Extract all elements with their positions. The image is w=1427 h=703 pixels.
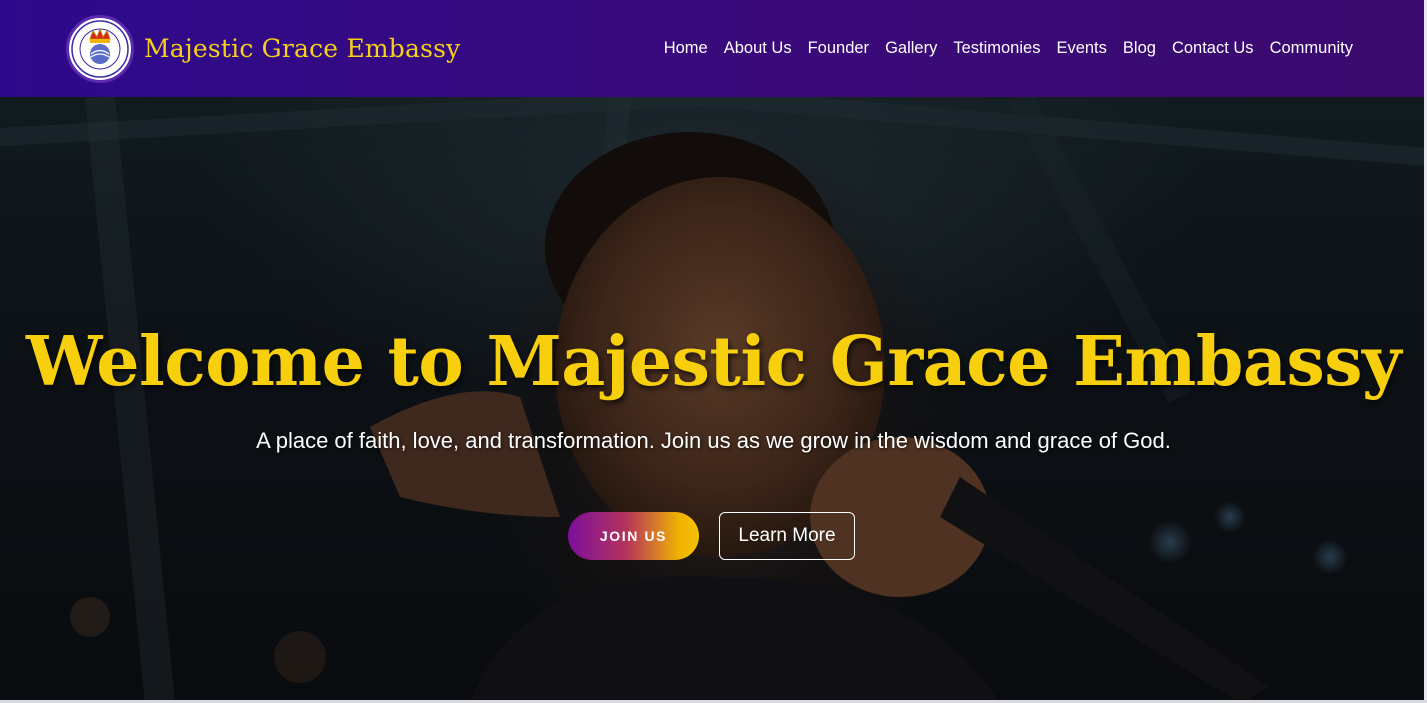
brand-name[interactable]: Majestic Grace Embassy xyxy=(144,34,461,63)
crown-globe-icon xyxy=(71,19,129,78)
hero-content: Welcome to Majestic Grace Embassy A plac… xyxy=(0,322,1427,560)
main-nav: Home About Us Founder Gallery Testimonie… xyxy=(664,39,1353,58)
nav-events[interactable]: Events xyxy=(1056,39,1106,58)
hero-subtitle: A place of faith, love, and transformati… xyxy=(256,428,1171,453)
nav-gallery[interactable]: Gallery xyxy=(885,39,937,58)
nav-about-us[interactable]: About Us xyxy=(724,39,792,58)
learn-more-button[interactable]: Learn More xyxy=(719,512,855,560)
nav-contact-us[interactable]: Contact Us xyxy=(1172,39,1254,58)
nav-community[interactable]: Community xyxy=(1270,39,1353,58)
brand[interactable]: Majestic Grace Embassy xyxy=(66,14,461,83)
hero-title: Welcome to Majestic Grace Embassy xyxy=(25,322,1402,402)
navbar: Majestic Grace Embassy Home About Us Fou… xyxy=(0,0,1427,97)
nav-home[interactable]: Home xyxy=(664,39,708,58)
nav-founder[interactable]: Founder xyxy=(808,39,869,58)
nav-blog[interactable]: Blog xyxy=(1123,39,1156,58)
church-logo[interactable] xyxy=(66,14,134,83)
hero-buttons: JOIN US Learn More xyxy=(0,512,1427,560)
join-us-button[interactable]: JOIN US xyxy=(568,512,699,560)
nav-testimonies[interactable]: Testimonies xyxy=(953,39,1040,58)
